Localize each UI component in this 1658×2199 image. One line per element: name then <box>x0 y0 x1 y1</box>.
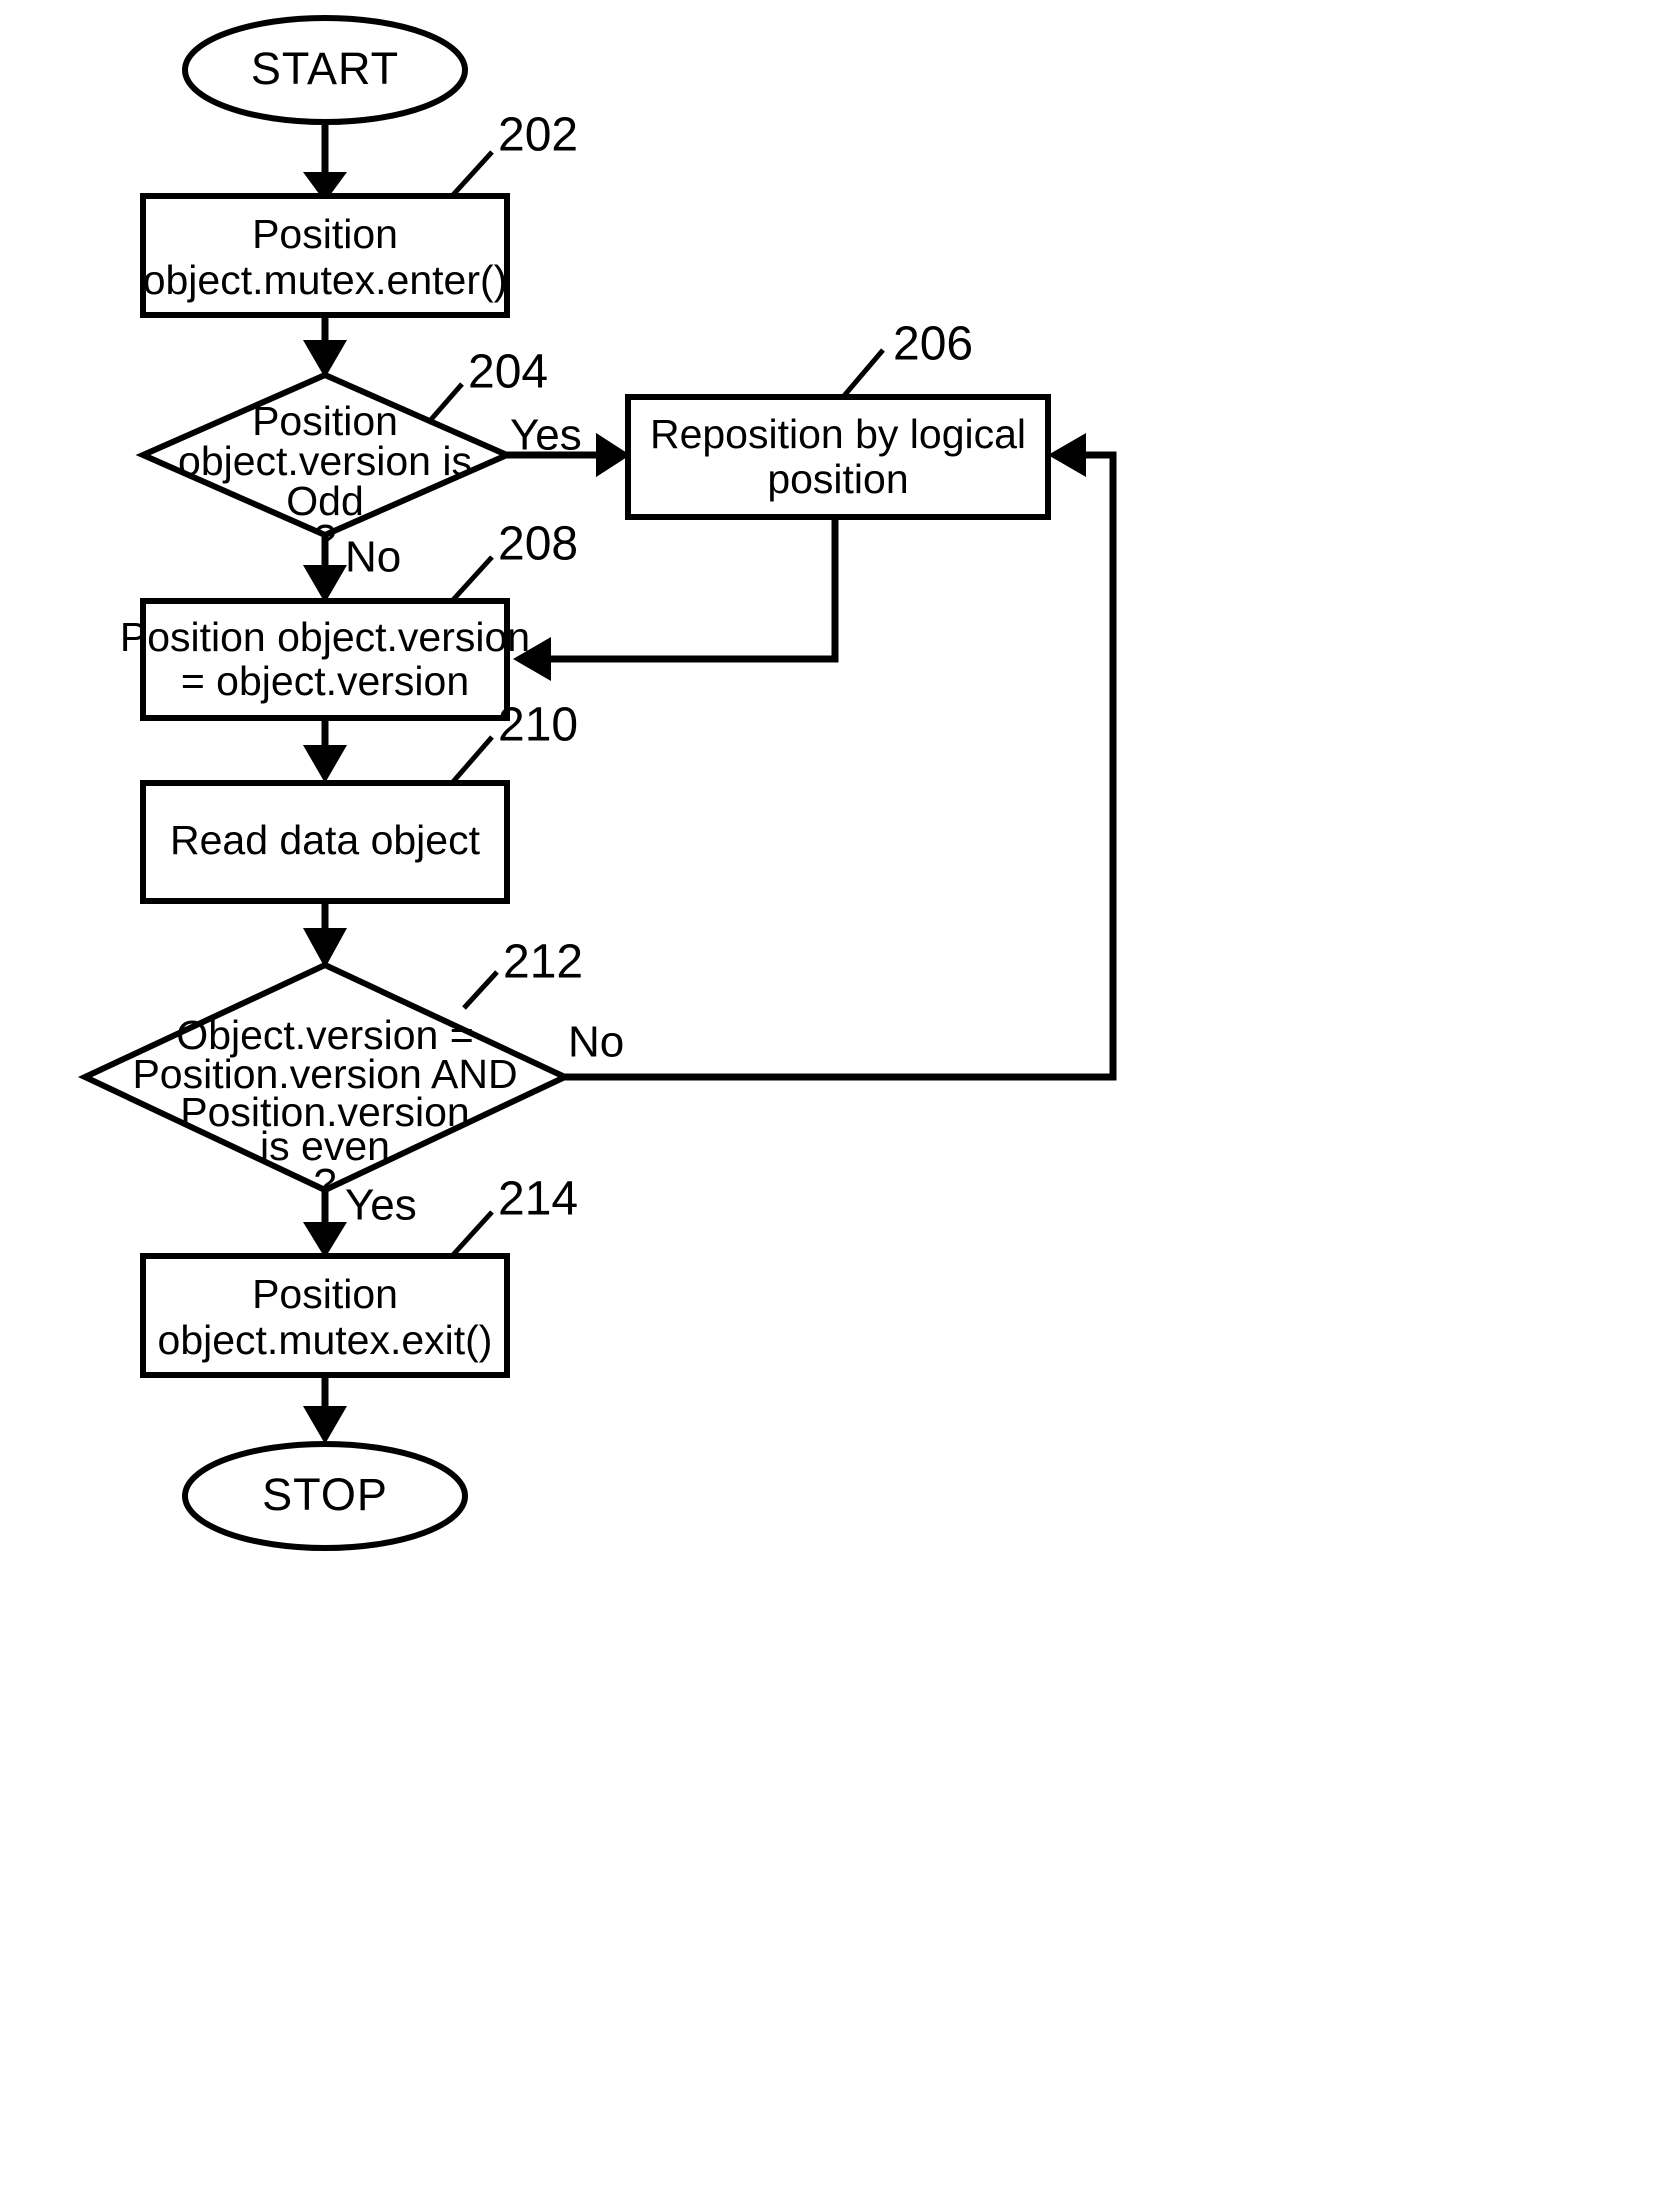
flowchart-canvas: START Position object.mutex.enter() 202 … <box>0 0 1658 2199</box>
ref-206-leader-line <box>841 348 885 399</box>
ref-208-leader-line <box>450 555 494 603</box>
node-202-line1: Position <box>252 211 398 257</box>
ref-214-number: 214 <box>498 1173 578 1226</box>
node-214-line1: Position <box>252 1271 398 1317</box>
stop-label: STOP <box>262 1469 388 1520</box>
ref-204-number: 204 <box>468 346 548 399</box>
edge-202-to-204 <box>303 315 347 378</box>
node-210-line1: Read data object <box>170 817 481 863</box>
node-204-line4: ? <box>314 516 337 562</box>
ref-214-leader-line <box>450 1210 494 1258</box>
node-206-line1: Reposition by logical <box>650 411 1026 457</box>
ref-leader-206: 206 <box>841 318 973 399</box>
edge-214-to-stop <box>303 1375 347 1444</box>
node-stop[interactable]: STOP <box>182 1441 468 1551</box>
arrowhead <box>1048 433 1086 477</box>
ref-202-leader-line <box>450 150 494 198</box>
arrowhead <box>303 565 347 603</box>
ref-212-leader-line <box>462 970 499 1010</box>
start-label: START <box>251 43 399 94</box>
edge-208-to-210 <box>303 718 347 783</box>
node-208-line1: Position object.version <box>120 614 530 660</box>
node-212-line5: ? <box>314 1160 337 1206</box>
ref-leader-202: 202 <box>450 109 578 198</box>
node-204[interactable]: Position object.version is Odd ? <box>135 371 515 562</box>
edge-212-no-to-206 <box>565 433 1117 1081</box>
arrowhead <box>303 1222 347 1258</box>
edge-label-204-no: No <box>345 533 401 582</box>
ref-leader-212: 212 <box>462 936 583 1010</box>
node-202[interactable]: Position object.mutex.enter() <box>140 193 510 318</box>
ref-leader-214: 214 <box>450 1173 578 1258</box>
node-start[interactable]: START <box>182 15 468 125</box>
flowchart-svg: START Position object.mutex.enter() 202 … <box>77 15 1117 1551</box>
ref-212-number: 212 <box>503 936 583 989</box>
node-212[interactable]: Object.version = Position.version AND Po… <box>77 961 573 1206</box>
ref-208-number: 208 <box>498 518 578 571</box>
node-208[interactable]: Position object.version = object.version <box>120 598 530 721</box>
arrowhead <box>303 1406 347 1444</box>
node-208-line2: = object.version <box>181 658 469 704</box>
node-202-line2: object.mutex.enter() <box>143 257 508 303</box>
ref-202-number: 202 <box>498 109 578 162</box>
node-214[interactable]: Position object.mutex.exit() <box>140 1253 510 1378</box>
edge-label-212-yes: Yes <box>345 1181 417 1230</box>
edge-start-to-202 <box>303 120 347 202</box>
ref-204-leader-line <box>426 382 464 425</box>
node-206[interactable]: Reposition by logical position <box>625 394 1051 520</box>
edge-210-to-212 <box>303 900 347 968</box>
arrowhead <box>303 745 347 783</box>
ref-210-leader-line <box>450 735 494 785</box>
arrowhead <box>596 433 630 477</box>
ref-206-number: 206 <box>893 318 973 371</box>
edge-label-212-no: No <box>568 1018 624 1067</box>
node-206-line2: position <box>767 456 908 502</box>
ref-leader-208: 208 <box>450 518 578 603</box>
node-214-line2: object.mutex.exit() <box>158 1317 493 1363</box>
edge-label-204-yes: Yes <box>510 411 582 460</box>
ref-210-number: 210 <box>498 699 578 752</box>
node-210[interactable]: Read data object <box>140 780 510 904</box>
